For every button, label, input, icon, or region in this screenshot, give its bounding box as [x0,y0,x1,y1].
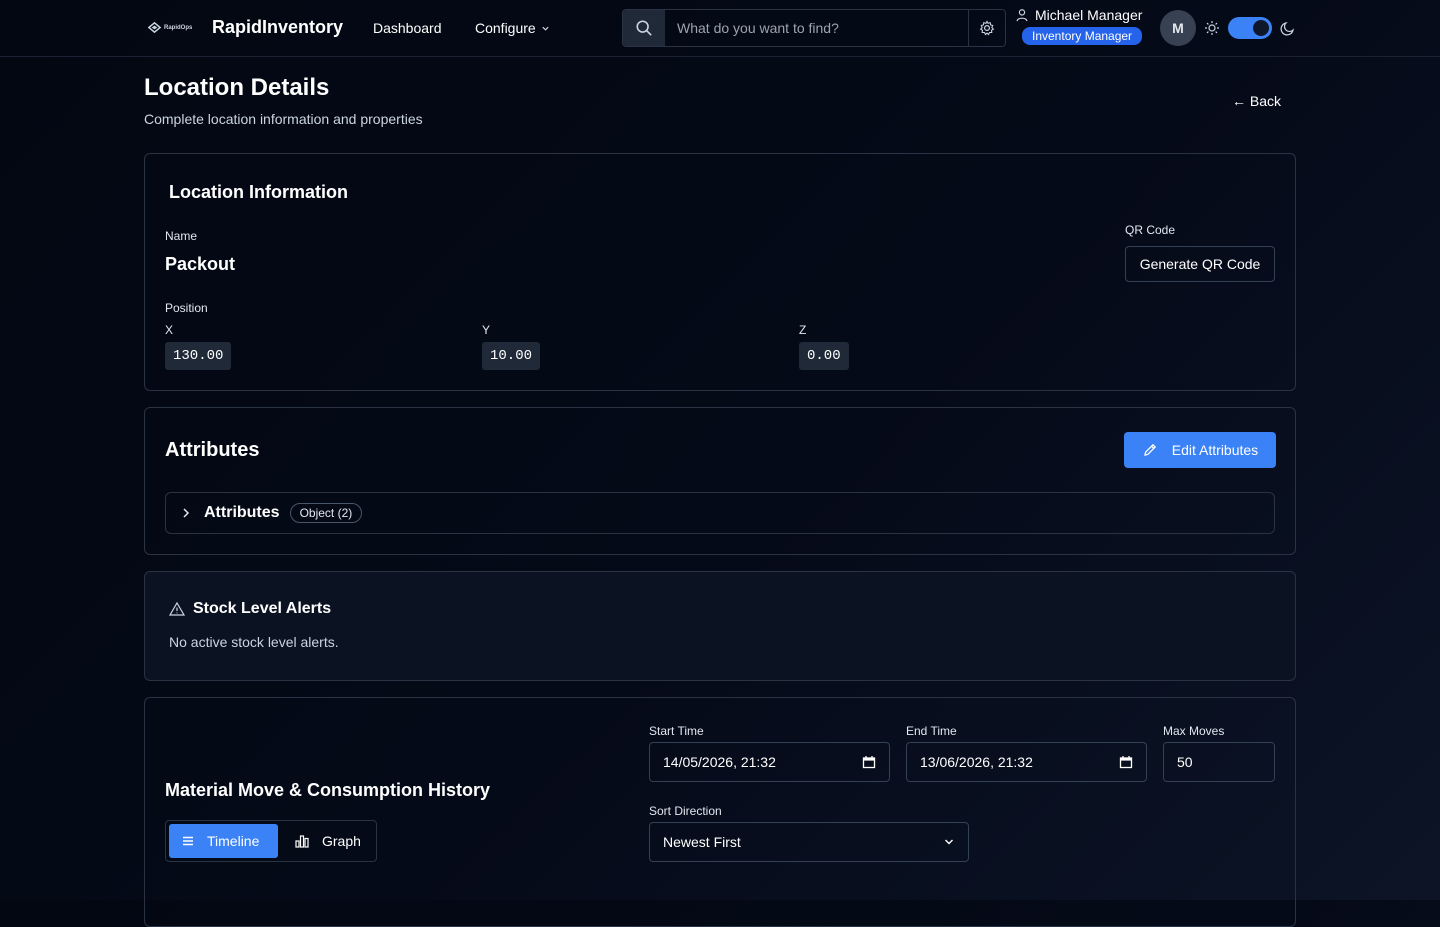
end-time-label: End Time [906,724,957,738]
chevron-down-icon [945,839,953,845]
qr-code-label: QR Code [1125,223,1176,237]
search-settings-button[interactable] [968,10,1005,46]
top-navigation-bar: RapidOps RapidInventory Dashboard Config… [0,0,1440,57]
sun-icon [1205,21,1219,35]
calendar-icon [1119,756,1133,769]
chevron-down-icon [542,26,549,31]
sort-direction-label: Sort Direction [649,804,722,818]
timeline-label: Timeline [207,833,260,849]
location-name: Packout [165,254,236,274]
stock-alerts-empty-text: No active stock level alerts. [169,634,339,650]
stock-alerts-card: Stock Level Alerts No active stock level… [144,571,1296,681]
y-label: Y [482,323,491,337]
logo[interactable]: RapidOps [147,20,192,35]
z-value: 0.00 [799,342,849,370]
gear-icon [979,20,995,36]
move-history-title: Material Move & Consumption History [165,780,491,800]
user-icon [1016,9,1028,22]
logo-text: RapidOps [164,24,193,31]
position-label: Position [165,301,208,315]
search-icon [636,20,652,36]
end-time-input[interactable]: 13/06/2026, 21:32 [906,742,1147,782]
chevron-right-icon [183,508,190,518]
stock-alerts-title: Stock Level Alerts [193,600,332,617]
move-history-card: Material Move & Consumption History Time… [144,697,1296,927]
start-time-input[interactable]: 14/05/2026, 21:32 [649,742,890,782]
search-button[interactable] [623,10,665,46]
graph-label: Graph [322,833,361,849]
moon-icon [1280,22,1294,36]
theme-toggle-knob [1253,20,1269,36]
nav-dashboard[interactable]: Dashboard [373,20,442,36]
page-subtitle: Complete location information and proper… [144,111,423,127]
y-value: 10.00 [482,342,541,370]
avatar[interactable]: M [1160,10,1196,46]
attributes-tree-row[interactable]: Attributes Object (2) [165,492,1275,534]
max-moves-value: 50 [1177,754,1193,770]
role-badge: Inventory Manager [1022,27,1143,45]
pencil-icon [1143,443,1156,456]
edit-attributes-label: Edit Attributes [1171,442,1259,458]
bar-chart-icon [295,835,309,848]
global-search [622,9,1006,47]
attributes-type-badge: Object (2) [289,503,363,523]
calendar-icon [862,756,876,769]
list-icon [183,836,193,846]
user-name: Michael Manager [1035,7,1143,23]
view-toggle-group: Timeline Graph [165,820,377,862]
sort-direction-select[interactable]: Newest First [649,822,969,862]
z-label: Z [799,323,807,337]
sort-direction-value: Newest First [663,834,741,850]
warning-icon [169,601,185,616]
back-button[interactable]: ← Back [1232,93,1281,109]
name-label: Name [165,229,198,243]
end-time-value: 13/06/2026, 21:32 [920,754,1033,770]
location-information-card: Location Information Name Packout QR Cod… [144,153,1296,391]
logo-mark-icon [147,21,162,34]
theme-toggle[interactable] [1228,17,1272,39]
max-moves-input[interactable]: 50 [1163,742,1275,782]
app-title[interactable]: RapidInventory [212,17,343,38]
location-information-title: Location Information [169,182,348,202]
search-input[interactable] [665,10,968,46]
max-moves-label: Max Moves [1163,724,1225,738]
user-menu[interactable]: Michael Manager Inventory Manager [1015,7,1153,45]
timeline-view-button[interactable]: Timeline [169,824,278,858]
graph-view-button[interactable]: Graph [282,824,373,858]
nav-configure-label: Configure [475,20,536,36]
edit-attributes-button[interactable]: Edit Attributes [1124,432,1276,468]
attributes-card: Attributes Edit Attributes Attributes Ob… [144,407,1296,555]
generate-qr-code-button[interactable]: Generate QR Code [1125,246,1275,282]
page-title: Location Details [144,74,330,101]
x-value: 130.00 [165,342,232,370]
attributes-row-label: Attributes [204,504,280,521]
start-time-value: 14/05/2026, 21:32 [663,754,776,770]
x-label: X [165,323,174,337]
attributes-title: Attributes [165,439,260,461]
nav-configure-dropdown[interactable]: Configure [475,20,550,36]
start-time-label: Start Time [649,724,704,738]
